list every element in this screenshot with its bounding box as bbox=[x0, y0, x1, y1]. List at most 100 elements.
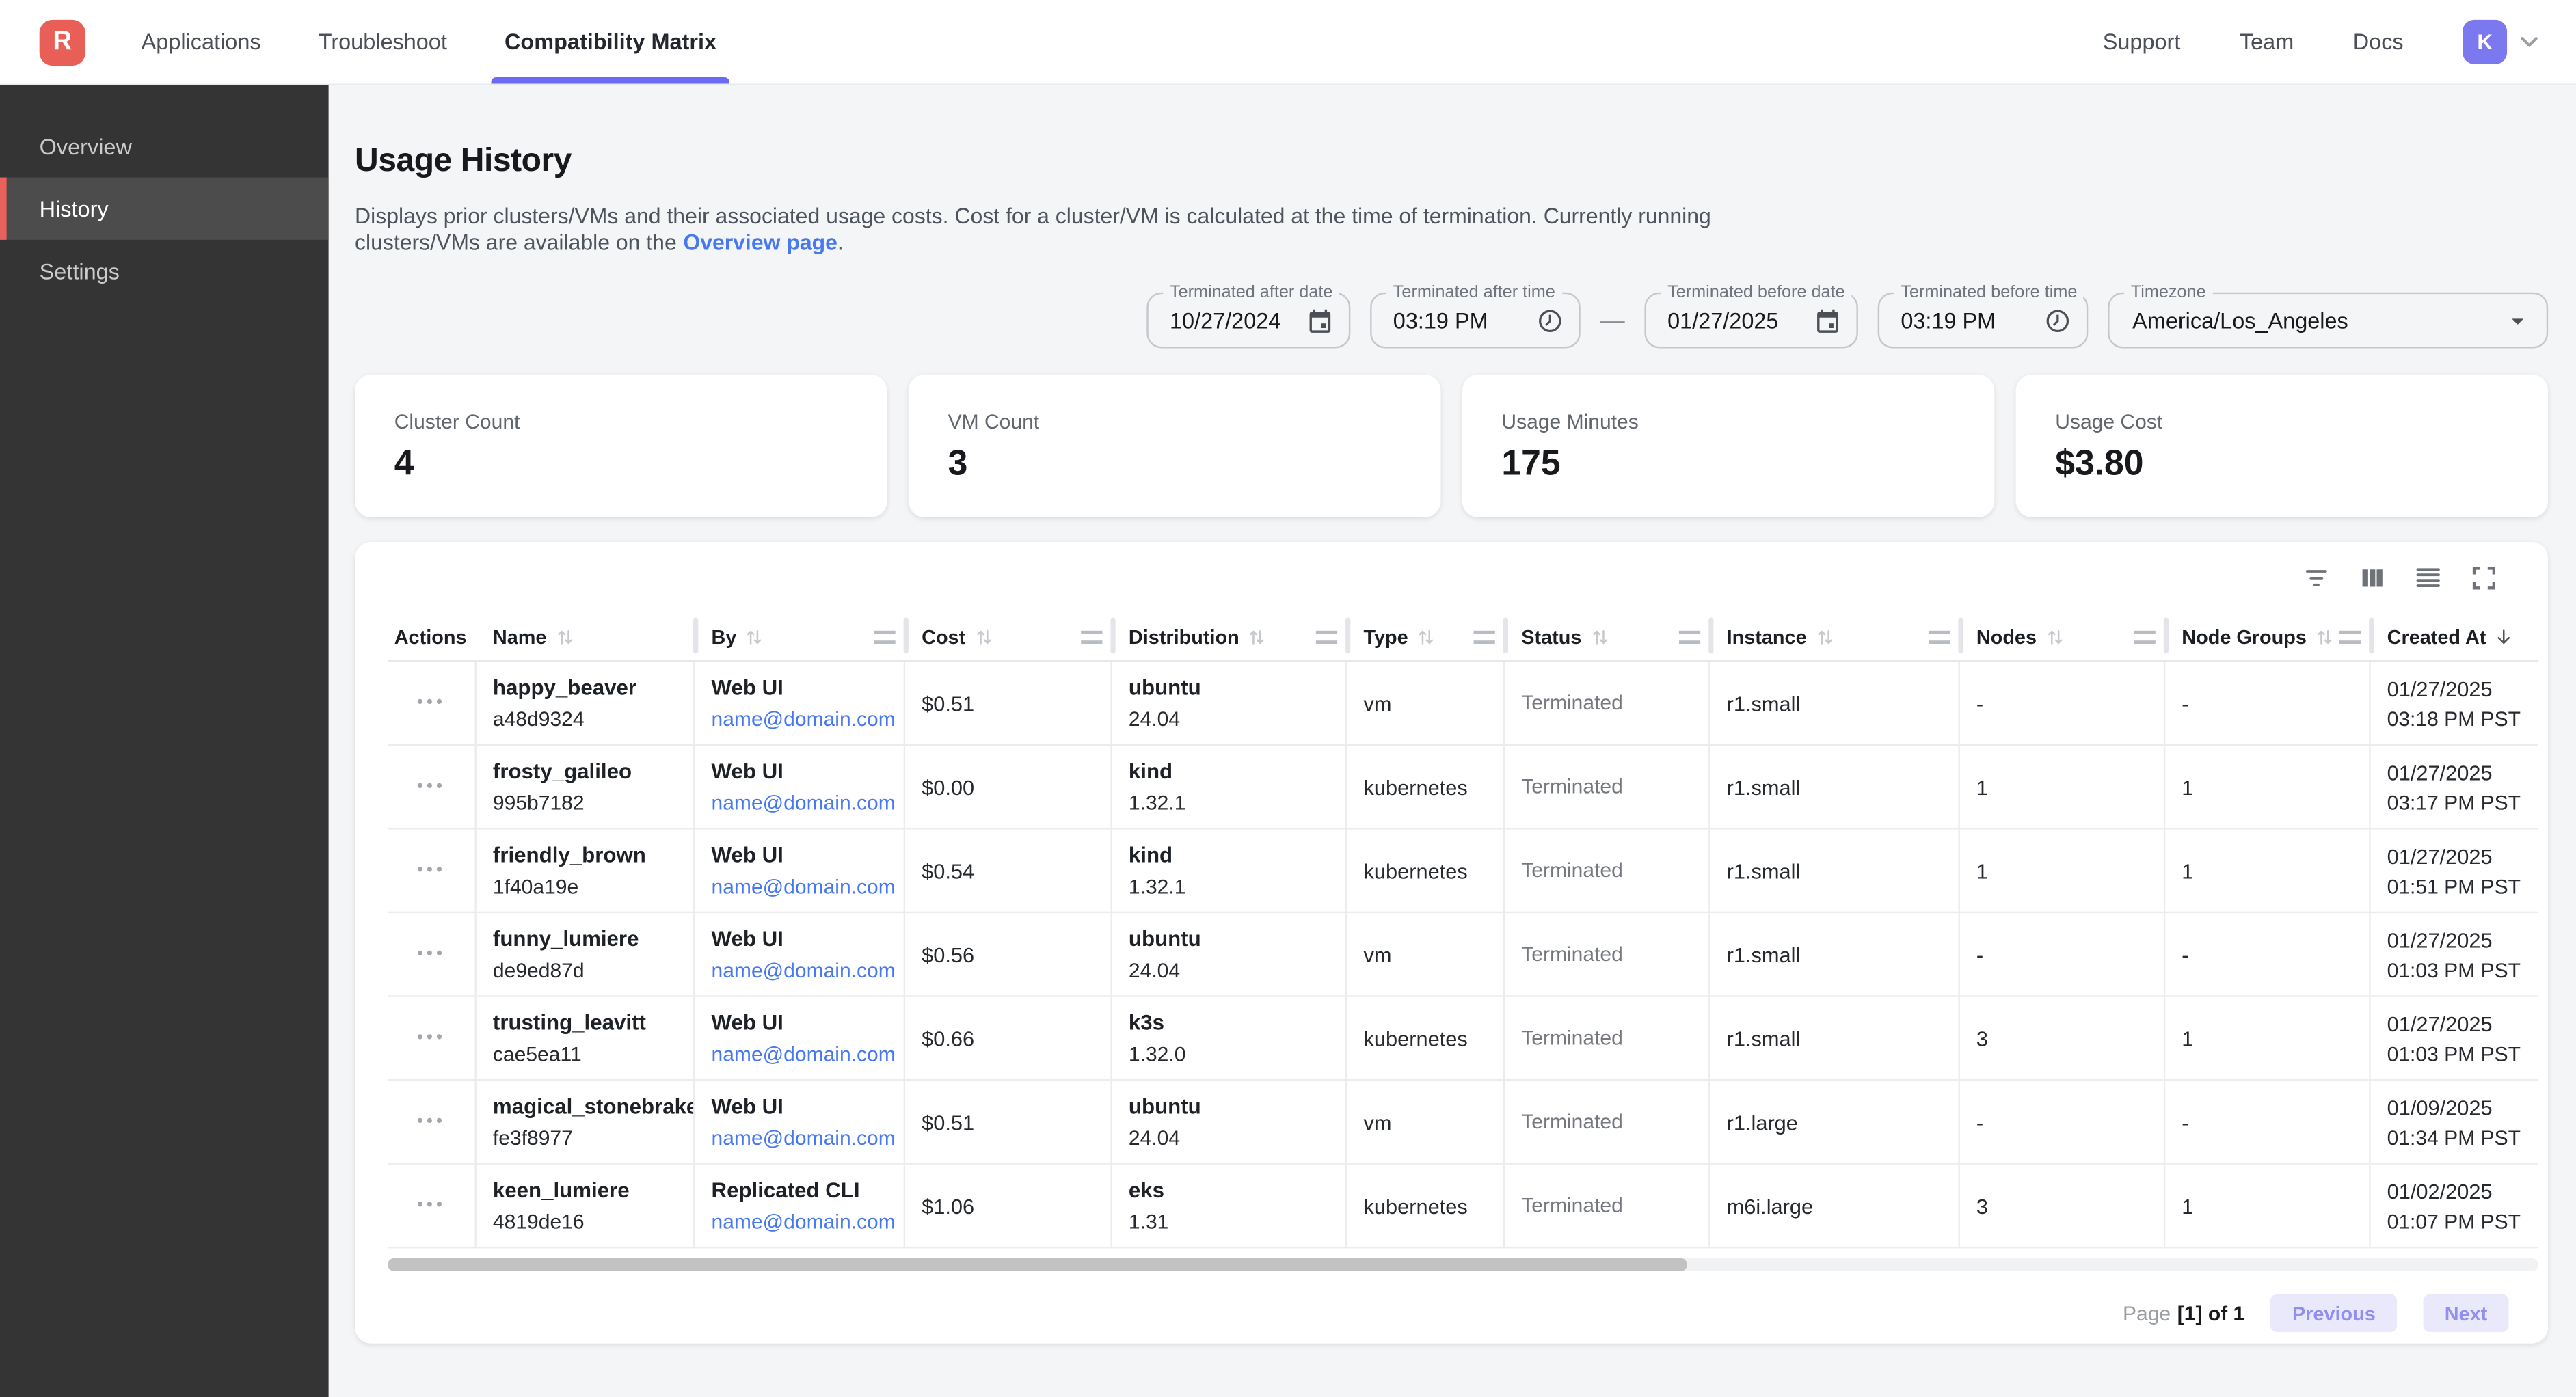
nav-item-docs[interactable]: Docs bbox=[2353, 29, 2404, 54]
distribution-version: 1.31 bbox=[1129, 1210, 1345, 1234]
nodes-value: 1 bbox=[1976, 858, 2164, 883]
column-resize-handle[interactable] bbox=[1679, 631, 1700, 644]
field-label: Terminated before time bbox=[1894, 282, 2084, 302]
filter-icon[interactable] bbox=[2302, 563, 2331, 593]
row-actions-button[interactable]: ••• bbox=[417, 694, 446, 711]
dropdown-arrow-icon[interactable] bbox=[2504, 306, 2532, 334]
cell-type: kubernetes bbox=[1347, 746, 1505, 828]
stat-card-cluster-count: Cluster Count 4 bbox=[355, 375, 887, 517]
cell-cost: $0.54 bbox=[905, 830, 1112, 912]
cost-value: $0.51 bbox=[922, 690, 1110, 715]
created-date: 01/27/2025 bbox=[2387, 759, 2538, 784]
cell-created-at: 01/02/202501:07 PM PST bbox=[2371, 1165, 2538, 1247]
cell-actions: ••• bbox=[388, 830, 477, 912]
created-by-email-link[interactable]: name@domain.com bbox=[712, 1210, 904, 1234]
field-label: Terminated after time bbox=[1386, 282, 1561, 302]
table-row: •••friendly_brown1f40a19eWeb UIname@doma… bbox=[388, 830, 2538, 914]
nav-item-compatibility-matrix[interactable]: Compatibility Matrix bbox=[492, 0, 729, 84]
column-header-instance[interactable]: Instance bbox=[1710, 612, 1960, 660]
horizontal-scrollbar-thumb[interactable] bbox=[388, 1258, 1687, 1271]
next-page-button[interactable]: Next bbox=[2423, 1294, 2508, 1332]
column-header-created-at[interactable]: Created At bbox=[2371, 612, 2538, 660]
cell-nodes: 1 bbox=[1960, 830, 2165, 912]
overview-page-link[interactable]: Overview page bbox=[683, 230, 837, 254]
cell-name: happy_beavera48d9324 bbox=[477, 662, 695, 744]
terminated-before-date-field[interactable]: Terminated before date 01/27/2025 bbox=[1644, 293, 1857, 349]
column-header-cost[interactable]: Cost bbox=[905, 612, 1112, 660]
column-header-distribution[interactable]: Distribution bbox=[1112, 612, 1347, 660]
calendar-icon[interactable] bbox=[1306, 306, 1334, 334]
density-icon[interactable] bbox=[2413, 563, 2443, 593]
column-header-name[interactable]: Name bbox=[477, 612, 695, 660]
column-header-type[interactable]: Type bbox=[1347, 612, 1505, 660]
row-actions-button[interactable]: ••• bbox=[417, 778, 446, 796]
timezone-select[interactable]: Timezone America/Los_Angeles bbox=[2108, 293, 2548, 349]
column-resize-handle[interactable] bbox=[1316, 631, 1337, 644]
stat-label: VM Count bbox=[948, 411, 1401, 434]
avatar[interactable]: K bbox=[2463, 20, 2507, 64]
created-by-email-link[interactable]: name@domain.com bbox=[712, 959, 904, 982]
column-resize-handle[interactable] bbox=[874, 631, 895, 644]
nav-item-support[interactable]: Support bbox=[2103, 29, 2181, 54]
clock-icon[interactable] bbox=[2043, 306, 2071, 334]
description-line1: Displays prior clusters/VMs and their as… bbox=[355, 204, 1711, 228]
cell-cost: $0.51 bbox=[905, 1081, 1112, 1163]
column-header-nodes[interactable]: Nodes bbox=[1960, 612, 2165, 660]
chevron-down-icon[interactable] bbox=[2515, 28, 2543, 56]
row-actions-button[interactable]: ••• bbox=[417, 1197, 446, 1215]
cell-instance: r1.small bbox=[1710, 913, 1960, 995]
created-by-email-link[interactable]: name@domain.com bbox=[712, 1126, 904, 1150]
cell-status: Terminated bbox=[1505, 997, 1710, 1079]
clock-icon[interactable] bbox=[1536, 306, 1564, 334]
row-actions-button[interactable]: ••• bbox=[417, 945, 446, 963]
cell-by: Web UIname@domain.com bbox=[695, 830, 905, 912]
nav-item-team[interactable]: Team bbox=[2240, 29, 2294, 54]
row-actions-button[interactable]: ••• bbox=[417, 1029, 446, 1047]
columns-icon[interactable] bbox=[2357, 563, 2387, 593]
cluster-id: 1f40a19e bbox=[493, 876, 693, 899]
sort-arrows-icon bbox=[2313, 625, 2337, 648]
column-resize-handle[interactable] bbox=[1081, 631, 1102, 644]
row-actions-button[interactable]: ••• bbox=[417, 1113, 446, 1130]
node-groups-value: - bbox=[2182, 1109, 2369, 1134]
terminated-before-time-field[interactable]: Terminated before time 03:19 PM bbox=[1878, 293, 2089, 349]
column-resize-handle[interactable] bbox=[2339, 631, 2361, 644]
previous-page-button[interactable]: Previous bbox=[2271, 1294, 2397, 1332]
nav-item-applications[interactable]: Applications bbox=[128, 0, 273, 84]
replicated-logo[interactable]: R bbox=[40, 19, 85, 65]
distribution-name: kind bbox=[1129, 759, 1345, 783]
account-menu-button[interactable]: K bbox=[2463, 20, 2543, 64]
cell-status: Terminated bbox=[1505, 830, 1710, 912]
fullscreen-icon[interactable] bbox=[2469, 563, 2499, 593]
column-header-actions: Actions bbox=[388, 612, 477, 660]
column-resize-handle[interactable] bbox=[1929, 631, 1950, 644]
terminated-after-time-field[interactable]: Terminated after time 03:19 PM bbox=[1370, 293, 1581, 349]
top-navigation-bar: R Applications Troubleshoot Compatibilit… bbox=[0, 0, 2576, 85]
cell-actions: ••• bbox=[388, 1081, 477, 1163]
sidebar-item-history[interactable]: History bbox=[0, 178, 329, 240]
column-header-status[interactable]: Status bbox=[1505, 612, 1710, 660]
cell-nodes: 3 bbox=[1960, 1165, 2165, 1247]
nav-item-troubleshoot[interactable]: Troubleshoot bbox=[305, 0, 460, 84]
sidebar-item-overview[interactable]: Overview bbox=[0, 115, 329, 177]
column-header-node-groups[interactable]: Node Groups bbox=[2165, 612, 2370, 660]
column-header-by[interactable]: By bbox=[695, 612, 905, 660]
cell-by: Web UIname@domain.com bbox=[695, 997, 905, 1079]
created-by-email-link[interactable]: name@domain.com bbox=[712, 876, 904, 899]
cell-node-groups: 1 bbox=[2165, 1165, 2370, 1247]
created-by-email-link[interactable]: name@domain.com bbox=[712, 1043, 904, 1066]
calendar-icon[interactable] bbox=[1814, 306, 1842, 334]
created-by-source: Replicated CLI bbox=[712, 1178, 904, 1202]
column-header-label: Instance bbox=[1727, 625, 1807, 648]
row-actions-button[interactable]: ••• bbox=[417, 861, 446, 879]
created-by-email-link[interactable]: name@domain.com bbox=[712, 708, 904, 731]
column-resize-handle[interactable] bbox=[1474, 631, 1495, 644]
created-by-email-link[interactable]: name@domain.com bbox=[712, 791, 904, 815]
sidebar-item-settings[interactable]: Settings bbox=[0, 240, 329, 302]
column-resize-handle[interactable] bbox=[2134, 631, 2156, 644]
terminated-after-date-field[interactable]: Terminated after date 10/27/2024 bbox=[1146, 293, 1350, 349]
nodes-value: - bbox=[1976, 690, 2164, 715]
cell-cost: $0.51 bbox=[905, 662, 1112, 744]
page-description: Displays prior clusters/VMs and their as… bbox=[355, 204, 2548, 256]
cell-type: kubernetes bbox=[1347, 830, 1505, 912]
